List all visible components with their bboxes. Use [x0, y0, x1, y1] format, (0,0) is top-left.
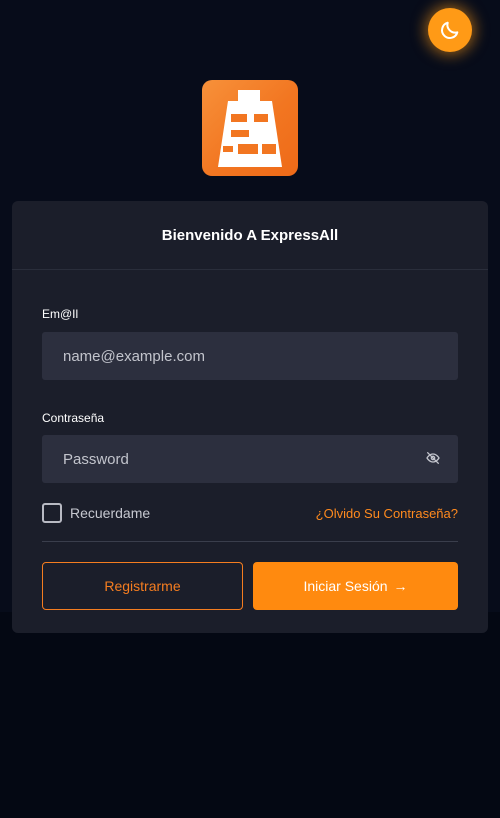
- register-button-label: Registrarme: [104, 578, 181, 594]
- password-field[interactable]: [42, 435, 458, 483]
- divider: [42, 541, 458, 542]
- email-field[interactable]: [42, 332, 458, 380]
- card-title: Bienvenido A ExpressAll: [12, 201, 488, 270]
- page-background-bottom: [0, 612, 500, 818]
- remember-me-label: Recuerdame: [70, 505, 151, 521]
- password-visibility-toggle[interactable]: [424, 449, 442, 467]
- shopping-bag-logo: [218, 90, 282, 167]
- eye-off-icon: [426, 452, 440, 464]
- arrow-right-icon: →: [393, 578, 408, 594]
- password-label: Contraseña: [42, 411, 105, 425]
- login-button[interactable]: Iniciar Sesión →: [253, 562, 458, 610]
- login-button-label: Iniciar Sesión: [303, 578, 388, 594]
- moon-icon: [441, 21, 459, 39]
- login-card: Bienvenido A ExpressAll Em@Il Contraseña…: [12, 201, 488, 633]
- remember-me-checkbox[interactable]: Recuerdame: [42, 503, 150, 523]
- checkbox-box[interactable]: [42, 503, 62, 523]
- app-logo: [202, 80, 298, 176]
- theme-toggle-button[interactable]: [428, 8, 472, 52]
- register-button[interactable]: Registrarme: [42, 562, 243, 610]
- forgot-password-link[interactable]: ¿Olvido Su Contraseña?: [316, 506, 458, 521]
- email-label: Em@Il: [42, 307, 79, 321]
